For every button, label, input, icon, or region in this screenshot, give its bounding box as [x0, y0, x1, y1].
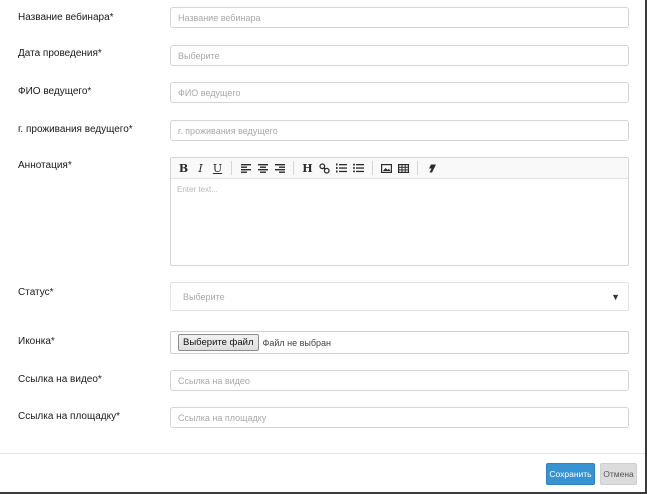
unordered-list-icon[interactable] [350, 160, 367, 176]
status-label: Статус* [18, 287, 54, 298]
toolbar-divider [417, 161, 418, 175]
annotation-editor: B I U H Enter text... [170, 157, 629, 266]
toolbar-divider [231, 161, 232, 175]
bold-icon[interactable]: B [175, 160, 192, 176]
date-input[interactable] [170, 45, 629, 66]
align-right-icon[interactable] [271, 160, 288, 176]
venue-link-label: Ссылка на площадку* [18, 411, 120, 422]
cancel-button[interactable]: Отмена [600, 463, 637, 485]
align-left-icon[interactable] [237, 160, 254, 176]
align-center-icon[interactable] [254, 160, 271, 176]
status-select-value: Выберите [183, 291, 225, 302]
underline-icon[interactable]: U [209, 160, 226, 176]
choose-file-button[interactable]: Выберите файл [178, 334, 259, 351]
icon-file-input: Выберите файл Файл не выбран [170, 331, 629, 354]
host-city-input[interactable] [170, 120, 629, 141]
host-name-input[interactable] [170, 82, 629, 103]
italic-icon[interactable]: I [192, 160, 209, 176]
caret-down-icon: ▼ [611, 291, 620, 302]
table-icon[interactable] [395, 160, 412, 176]
eraser-icon[interactable] [423, 160, 440, 176]
host-name-label: ФИО ведущего* [18, 86, 92, 97]
video-link-input[interactable] [170, 370, 629, 391]
venue-link-input[interactable] [170, 407, 629, 428]
webinar-name-label: Название вебинара* [18, 12, 114, 23]
save-button[interactable]: Сохранить [546, 463, 595, 485]
toolbar-divider [293, 161, 294, 175]
host-city-label: г. проживания ведущего* [18, 124, 133, 135]
ordered-list-icon[interactable] [333, 160, 350, 176]
webinar-name-input[interactable] [170, 7, 629, 28]
image-icon[interactable] [378, 160, 395, 176]
file-status-text: Файл не выбран [262, 337, 332, 348]
icon-label: Иконка* [18, 336, 55, 347]
annotation-textarea[interactable]: Enter text... [171, 179, 628, 267]
date-label: Дата проведения* [18, 48, 102, 59]
footer-divider [0, 453, 645, 454]
video-link-label: Ссылка на видео* [18, 374, 102, 385]
annotation-label: Аннотация* [18, 160, 72, 171]
status-select[interactable]: Выберите ▼ [170, 282, 629, 311]
toolbar-divider [372, 161, 373, 175]
heading-icon[interactable]: H [299, 160, 316, 176]
editor-toolbar: B I U H [171, 158, 628, 179]
link-icon[interactable] [316, 160, 333, 176]
